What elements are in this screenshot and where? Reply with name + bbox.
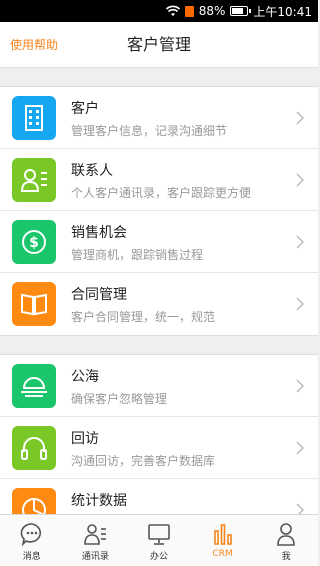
- tab-office[interactable]: 办公: [127, 515, 191, 566]
- menu-item-title: 客户: [71, 101, 99, 117]
- chevron-right-icon: [296, 111, 304, 125]
- menu-item-subtitle: 客户合同管理，统一，规范: [71, 310, 216, 324]
- menu-item-title: 联系人: [71, 163, 113, 179]
- monitor-icon: [148, 524, 170, 545]
- contact-card-icon: [12, 158, 56, 202]
- menu-item-subtitle: 个人客户通讯录，客户跟踪更方便: [71, 186, 252, 200]
- menu-item-subtitle: 确保客户忽略管理: [71, 392, 168, 406]
- battery-percent: 88%: [198, 4, 226, 18]
- chevron-right-icon: [296, 503, 304, 514]
- sea-sunrise-icon: [12, 364, 56, 408]
- tab-label: 消息: [22, 552, 41, 562]
- menu-item-subtitle: 管理商机，跟踪销售过程: [71, 248, 204, 262]
- menu-item-subtitle: 管理客户信息，记录沟通细节: [71, 124, 228, 138]
- pie-chart-icon: [12, 488, 56, 514]
- tab-label: 我: [281, 552, 291, 562]
- dollar-circle-icon: $: [12, 220, 56, 264]
- tab-me[interactable]: 我: [254, 515, 318, 566]
- chevron-right-icon: [296, 173, 304, 187]
- menu-item-return-visit[interactable]: 回访 沟通回访，完善客户数据库: [0, 417, 318, 479]
- menu-item-statistics[interactable]: 统计数据: [0, 479, 318, 514]
- menu-item-title: 销售机会: [71, 225, 127, 241]
- bottom-tab-bar: 消息 通讯录 办公 CRM 我: [0, 514, 318, 566]
- menu-item-title: 公海: [71, 369, 99, 385]
- book-icon: [12, 282, 56, 326]
- tab-label: 办公: [149, 552, 168, 562]
- crm-bars-icon: [213, 524, 232, 545]
- crm-menu: 客户 管理客户信息，记录沟通细节 联系人 个人客户通讯录，客户跟踪更方便 $ 销…: [0, 68, 318, 514]
- contacts-icon: [84, 524, 107, 545]
- status-bar: 88% 上午10:41: [0, 0, 318, 22]
- headset-icon: [12, 426, 56, 470]
- menu-item-customers[interactable]: 客户 管理客户信息，记录沟通细节: [0, 87, 318, 149]
- chevron-right-icon: [296, 297, 304, 311]
- person-icon: [277, 523, 295, 546]
- svg-text:$: $: [29, 235, 39, 251]
- menu-item-title: 合同管理: [71, 287, 127, 303]
- menu-item-public-pool[interactable]: 公海 确保客户忽略管理: [0, 355, 318, 417]
- battery-icon: [230, 6, 252, 16]
- menu-item-title: 回访: [71, 431, 99, 447]
- chevron-right-icon: [296, 379, 304, 393]
- menu-item-contracts[interactable]: 合同管理 客户合同管理，统一，规范: [0, 273, 318, 335]
- clock: 上午10:41: [253, 4, 312, 19]
- tab-label: 通讯录: [81, 552, 109, 562]
- chevron-right-icon: [296, 235, 304, 249]
- chevron-right-icon: [296, 441, 304, 455]
- menu-item-subtitle: 沟通回访，完善客户数据库: [71, 454, 216, 468]
- tab-contacts[interactable]: 通讯录: [64, 515, 128, 566]
- menu-item-sales-opportunities[interactable]: $ 销售机会 管理商机，跟踪销售过程: [0, 211, 318, 273]
- menu-item-contacts[interactable]: 联系人 个人客户通讯录，客户跟踪更方便: [0, 149, 318, 211]
- app-header: 使用帮助 客户管理: [0, 22, 318, 68]
- tab-crm[interactable]: CRM: [191, 515, 255, 566]
- sim-card-icon: [184, 5, 194, 17]
- menu-item-title: 统计数据: [71, 493, 127, 509]
- page-title: 客户管理: [126, 35, 191, 54]
- wifi-icon: [165, 5, 180, 16]
- tab-messages[interactable]: 消息: [0, 515, 64, 566]
- chat-bubble-icon: [20, 523, 41, 547]
- menu-group-primary: 客户 管理客户信息，记录沟通细节 联系人 个人客户通讯录，客户跟踪更方便 $ 销…: [0, 86, 318, 336]
- menu-group-secondary: 公海 确保客户忽略管理 回访 沟通回访，完善客户数据库 统计数据: [0, 354, 318, 514]
- tab-label: CRM: [212, 549, 233, 559]
- building-icon: [12, 96, 56, 140]
